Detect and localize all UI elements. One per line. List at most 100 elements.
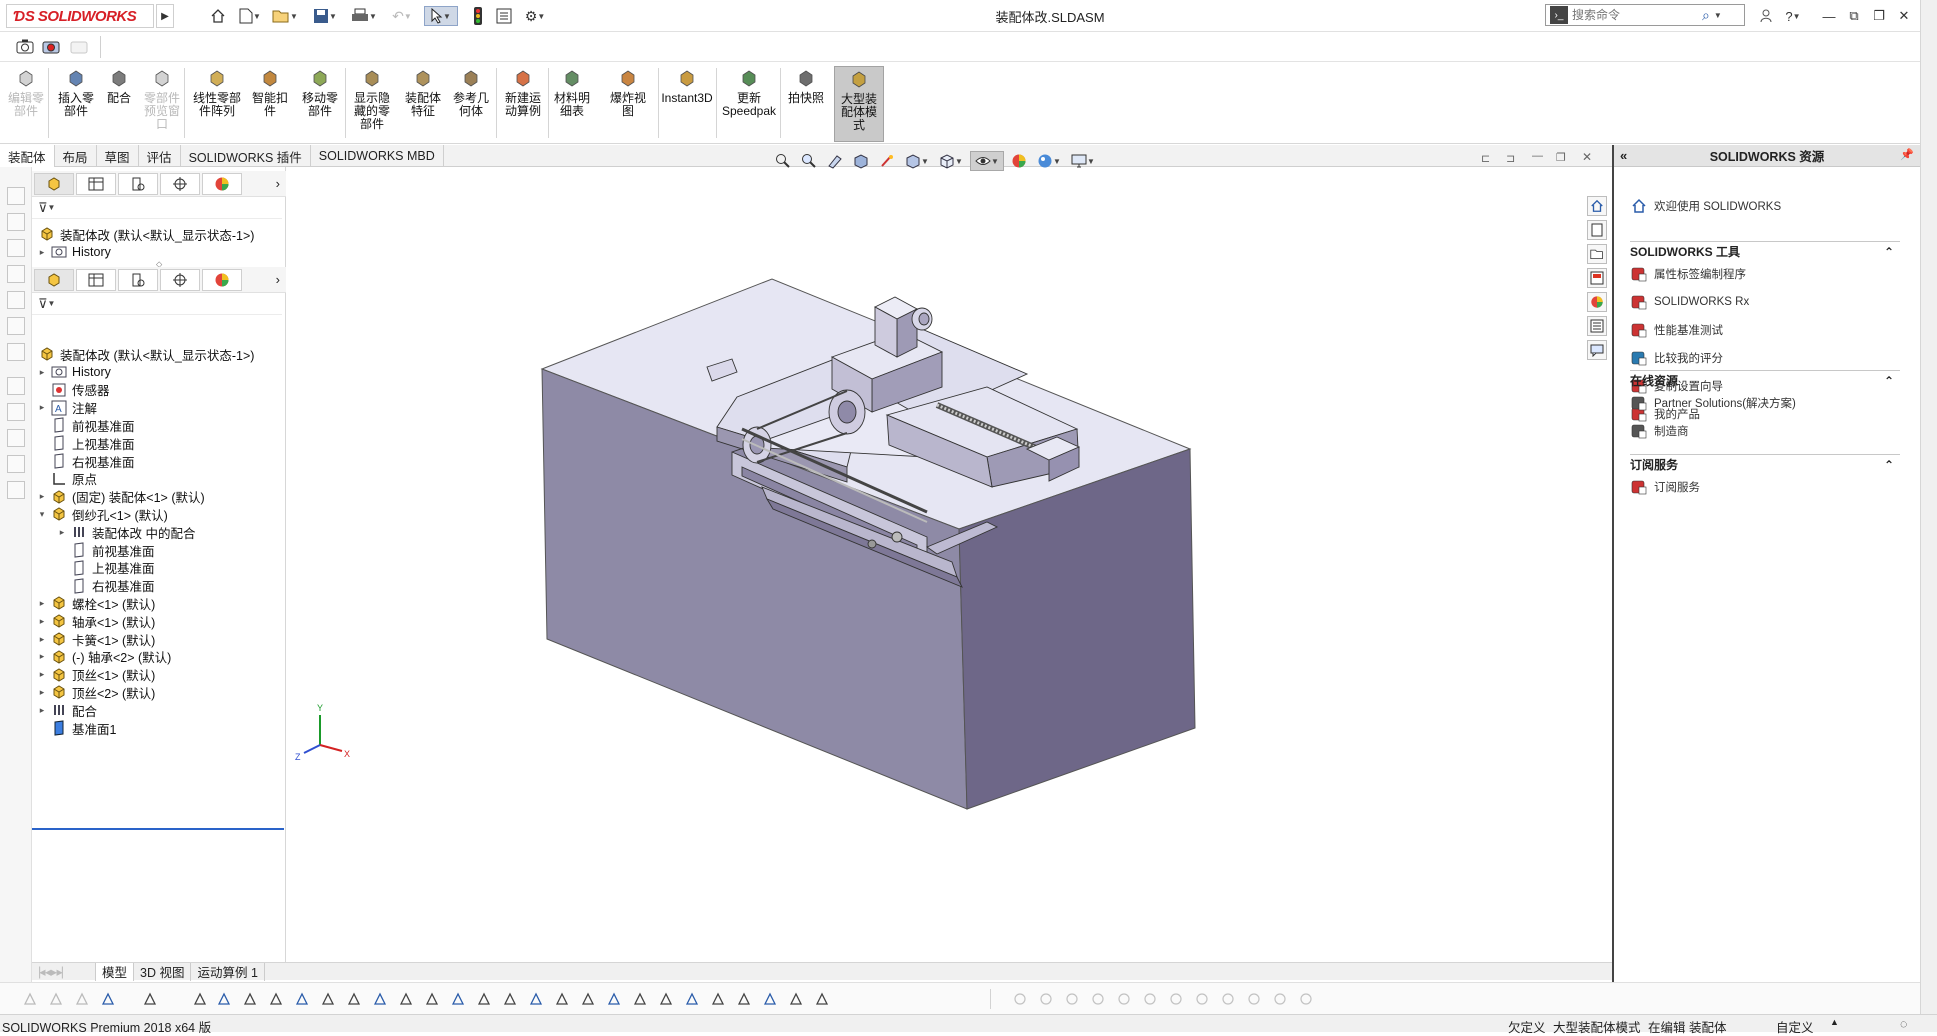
annotation-icon[interactable] — [448, 989, 468, 1009]
center-mark-icon[interactable] — [682, 989, 702, 1009]
select-arrow-icon[interactable] — [98, 989, 118, 1009]
dimxpert-manager-tab-icon[interactable] — [160, 268, 200, 291]
grid-icon[interactable] — [1270, 989, 1290, 1009]
graphics-area[interactable]: Y X Z — [287, 167, 1612, 962]
rollback-bar[interactable] — [32, 828, 284, 830]
command-button-7[interactable]: 显示隐 藏的零 部件 — [348, 66, 396, 142]
tab-solidworks-mbd[interactable]: SOLIDWORKS MBD — [311, 145, 444, 167]
tab-3d-views[interactable]: 3D 视图 — [134, 962, 192, 981]
custom-properties-icon[interactable] — [1587, 316, 1607, 336]
taskpane-section-header[interactable]: 订阅服务 ⌃ — [1630, 454, 1900, 474]
chevron-up-icon[interactable]: ⌃ — [1884, 245, 1894, 259]
dynamic-annotation-icon[interactable] — [876, 151, 898, 171]
search-input[interactable] — [1572, 8, 1702, 22]
tab-solidworks-addins[interactable]: SOLIDWORKS 插件 — [181, 145, 311, 167]
rebuild-traffic-light-icon[interactable] — [470, 6, 486, 26]
select-other-icon[interactable] — [140, 989, 160, 1009]
menu-expand-arrow-icon[interactable]: ▶ — [156, 4, 174, 28]
snapshot-camera-icon[interactable] — [42, 38, 60, 54]
line-icon[interactable] — [214, 989, 234, 1009]
dimension-icon[interactable] — [1244, 989, 1264, 1009]
options-gear-icon[interactable]: ⚙ ▼ — [520, 6, 550, 26]
centerline-icon[interactable] — [708, 989, 728, 1009]
expand-arrow-icon[interactable]: ▸ — [36, 687, 48, 698]
command-button-5[interactable]: 智能扣 件 — [248, 66, 292, 142]
appearances-icon[interactable] — [1587, 292, 1607, 312]
tab-motion-study[interactable]: 运动算例 1 — [191, 962, 265, 981]
mate-reference-icon[interactable] — [396, 989, 416, 1009]
view-restore-icon[interactable]: ❐ — [1556, 151, 1570, 165]
command-button-11[interactable]: 材料明 细表 — [550, 66, 594, 142]
zoom-to-fit-icon[interactable] — [772, 151, 794, 171]
surface-finish-icon[interactable] — [526, 989, 546, 1009]
tab-model[interactable]: 模型 — [96, 962, 135, 981]
command-button-10[interactable]: 新建运 动算例 — [500, 66, 546, 142]
filter-faces-icon[interactable] — [72, 989, 92, 1009]
chevron-right-icon[interactable]: › — [276, 272, 280, 287]
reference-axis-icon[interactable] — [318, 989, 338, 1009]
taskpane-home-icon[interactable] — [1587, 196, 1607, 216]
units-dropdown-icon[interactable]: ▲ — [1830, 1017, 1839, 1027]
search-command-box[interactable]: ›_ ⌕▼ — [1545, 4, 1745, 26]
expand-arrow-icon[interactable]: ▸ — [36, 634, 48, 645]
expand-arrow-icon[interactable]: ▸ — [36, 705, 48, 716]
revolve-icon[interactable] — [266, 989, 286, 1009]
trim-icon[interactable] — [1088, 989, 1108, 1009]
command-button-13[interactable]: Instant3D — [658, 66, 716, 142]
new-document-icon[interactable]: ▼ — [236, 6, 264, 26]
filter-icon[interactable]: ⊽ — [38, 296, 48, 312]
offset-icon[interactable] — [1166, 989, 1186, 1009]
view-tile-right-icon[interactable]: ⊐ — [1506, 152, 1520, 166]
view-minimize-icon[interactable]: — — [1532, 150, 1546, 164]
datum-feature-icon[interactable] — [604, 989, 624, 1009]
apply-scene-icon[interactable]: ▼ — [1034, 151, 1064, 171]
tab-sketch[interactable]: 草图 — [97, 145, 139, 167]
dimxpert-manager-tab-icon[interactable] — [160, 172, 200, 195]
rectangle-icon[interactable] — [1218, 989, 1238, 1009]
shortcut-icon[interactable] — [7, 481, 25, 499]
expand-arrow-icon[interactable]: ▸ — [36, 367, 48, 378]
revision-cloud-icon[interactable] — [786, 989, 806, 1009]
hide-show-items-icon[interactable]: ▼ — [970, 151, 1004, 171]
select-arrow-icon[interactable]: ▼ — [424, 6, 458, 26]
status-chat-icon[interactable]: ◌ — [1900, 1017, 1907, 1031]
circle-icon[interactable] — [1010, 989, 1030, 1009]
extruded-boss-icon[interactable] — [240, 989, 260, 1009]
tab-evaluate[interactable]: 评估 — [139, 145, 181, 167]
point-icon[interactable] — [190, 989, 210, 1009]
taskpane-section-header[interactable]: 在线资源 ⌃ — [1630, 370, 1900, 390]
open-folder-icon[interactable]: ▼ — [270, 6, 300, 26]
fillet-icon[interactable] — [1140, 989, 1160, 1009]
command-button-4[interactable]: 线性零部 件阵列 — [188, 66, 246, 142]
collapse-double-chevron-icon[interactable]: « — [1620, 148, 1627, 163]
pin-icon[interactable]: 📌 — [1900, 148, 1914, 161]
expand-arrow-icon[interactable]: ▸ — [36, 598, 48, 609]
filter-icon[interactable] — [20, 989, 40, 1009]
command-button-6[interactable]: 移动零 部件 — [296, 66, 344, 142]
expand-arrow-icon[interactable]: ▸ — [56, 527, 68, 538]
display-manager-tab-icon[interactable] — [202, 268, 242, 291]
user-account-icon[interactable] — [1755, 6, 1777, 26]
view-tile-left-icon[interactable]: ⊏ — [1481, 152, 1495, 166]
configuration-manager-tab-icon[interactable] — [118, 268, 158, 291]
expand-arrow-icon[interactable]: ▸ — [36, 402, 48, 413]
area-hatch-icon[interactable] — [734, 989, 754, 1009]
solidworks-logo[interactable]: ƊS SOLIDWORKS — [6, 4, 154, 28]
close-app-icon[interactable]: ✕ — [1893, 6, 1915, 26]
tab-assembly[interactable]: 装配体 — [0, 145, 55, 167]
view-close-icon[interactable]: ✕ — [1582, 150, 1596, 164]
arc-icon[interactable] — [1036, 989, 1056, 1009]
block-icon[interactable] — [760, 989, 780, 1009]
previous-view-icon[interactable] — [824, 151, 846, 171]
command-button-2[interactable]: 配合 — [102, 66, 136, 142]
property-manager-tab-icon[interactable] — [76, 268, 116, 291]
shortcut-icon[interactable] — [7, 343, 25, 361]
tree-history-node[interactable]: ▸ History — [36, 241, 111, 263]
smart-dimension-icon[interactable] — [422, 989, 442, 1009]
shortcut-icon[interactable] — [7, 377, 25, 395]
taskpane-link[interactable]: 比较我的评分 — [1630, 347, 1723, 369]
chevron-up-icon[interactable]: ⌃ — [1884, 458, 1894, 472]
feature-manager-tab-icon[interactable] — [34, 172, 74, 195]
help-icon[interactable]: ? ▼ — [1778, 6, 1808, 26]
geometric-tolerance-icon[interactable] — [578, 989, 598, 1009]
